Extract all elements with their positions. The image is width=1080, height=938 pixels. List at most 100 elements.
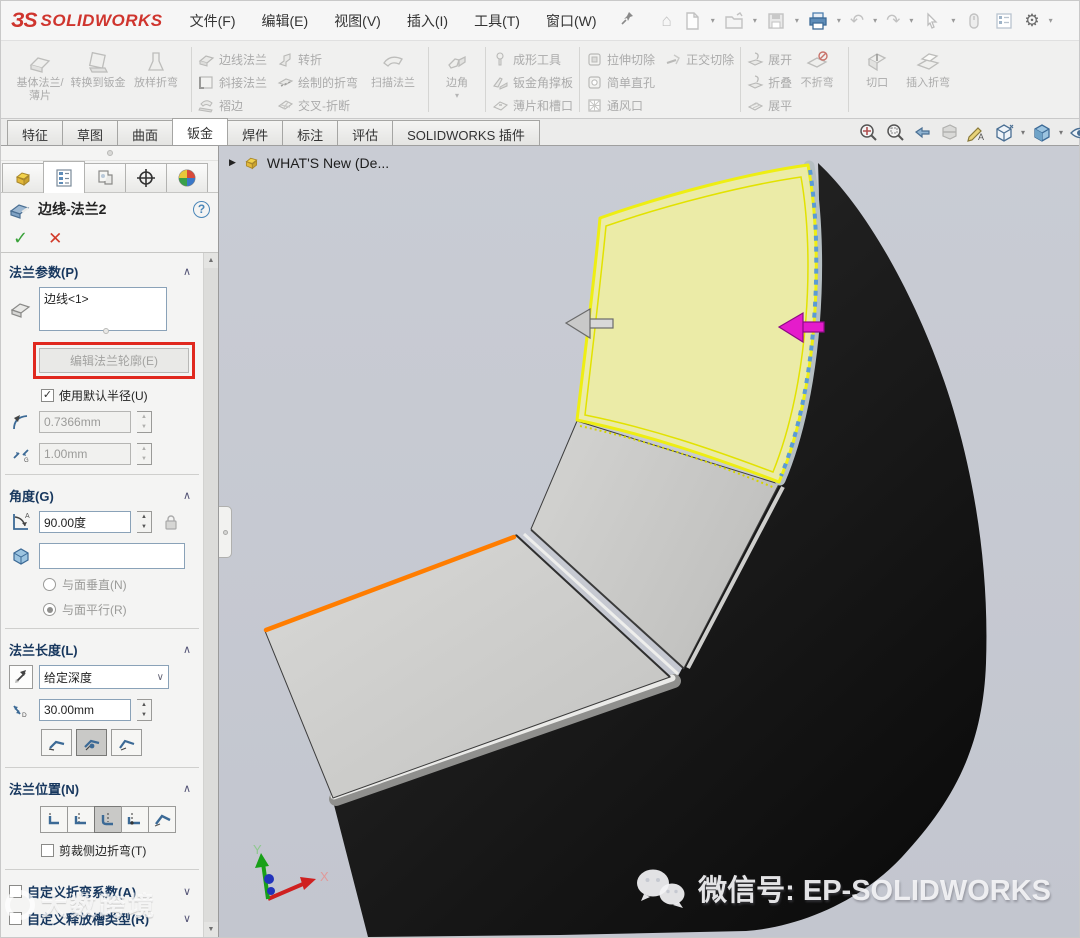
inner-virtual-sharp-button[interactable] — [76, 729, 107, 756]
scroll-down-button[interactable]: ▼ — [204, 922, 218, 937]
bend-from-virtual-sharp-button[interactable] — [121, 806, 149, 833]
zoom-to-fit-button[interactable] — [858, 122, 879, 143]
gap-distance-field[interactable]: 1.00mm — [39, 443, 131, 465]
save-button[interactable] — [762, 8, 790, 34]
menu-insert[interactable]: 插入(I) — [394, 3, 461, 39]
tab-and-slot-button[interactable]: 薄片和槽口 — [492, 95, 573, 115]
tab-features[interactable]: 特征 — [7, 120, 64, 145]
insert-bends-button[interactable]: 插入折弯 — [899, 45, 957, 90]
menu-window[interactable]: 窗口(W) — [533, 3, 610, 39]
zoom-to-area-button[interactable] — [885, 122, 906, 143]
new-document-caret[interactable]: ▾ — [708, 16, 718, 25]
flatten-button[interactable]: 展平 — [747, 95, 792, 115]
redo-caret[interactable]: ▾ — [906, 16, 916, 25]
perpendicular-radio[interactable] — [43, 578, 56, 591]
corner-button[interactable]: 边角 ▾ — [435, 45, 479, 100]
rip-button[interactable]: 切口 — [855, 45, 899, 90]
collapse-chevron-icon[interactable]: ∧ — [179, 643, 195, 656]
hide-show-items-button[interactable] — [1069, 122, 1080, 144]
bend-outside-button[interactable] — [94, 806, 122, 833]
tangent-bend-button[interactable] — [111, 729, 142, 756]
settings-caret[interactable]: ▾ — [1046, 16, 1056, 25]
expand-chevron-icon[interactable]: ∨ — [179, 912, 195, 925]
unfold-button[interactable]: 展开 — [747, 49, 792, 69]
tangent-to-bend-button[interactable] — [148, 806, 176, 833]
edit-flange-profile-button[interactable]: 编辑法兰轮廓(E) — [39, 348, 189, 373]
hem-button[interactable]: 褶边 — [198, 95, 267, 115]
panel-splitter-horizontal[interactable] — [1, 146, 218, 161]
print-button[interactable] — [804, 8, 832, 34]
view-orientation-caret[interactable]: ▾ — [1021, 128, 1025, 137]
panel-scrollbar[interactable]: ▲ ▼ — [203, 253, 218, 937]
flange-length-field[interactable]: 30.00mm — [39, 699, 131, 721]
custom-relief-type-row[interactable]: 自定义释放槽类型(R) ∨ — [1, 903, 203, 930]
custom-bend-allowance-checkbox[interactable] — [9, 885, 22, 898]
collapse-chevron-icon[interactable]: ∧ — [179, 265, 195, 278]
display-style-caret[interactable]: ▾ — [1059, 128, 1063, 137]
bend-radius-field[interactable]: 0.7366mm — [39, 411, 131, 433]
display-style-button[interactable] — [1031, 122, 1053, 144]
section-flange-length[interactable]: 法兰长度(L) ∧ — [1, 635, 203, 662]
save-caret[interactable]: ▾ — [792, 16, 802, 25]
use-default-radius-row[interactable]: ✓ 使用默认半径(U) — [1, 383, 203, 408]
panel-splitter-vertical[interactable] — [219, 506, 232, 558]
cancel-button[interactable]: ✕ — [48, 229, 62, 249]
bend-radius-spinner[interactable]: ▲ ▼ — [137, 411, 152, 433]
menu-edit[interactable]: 编辑(E) — [249, 3, 322, 39]
print-caret[interactable]: ▾ — [834, 16, 844, 25]
graphics-viewport[interactable]: X Y ▶ WHAT'S New (De... 微信号: EP-SOLIDWOR… — [219, 146, 1079, 937]
tab-surfaces[interactable]: 曲面 — [117, 120, 174, 145]
open-caret[interactable]: ▾ — [750, 16, 760, 25]
simple-hole-button[interactable]: 简单直孔 — [586, 72, 655, 92]
sketched-bend-button[interactable]: 绘制的折弯 — [277, 72, 358, 92]
perpendicular-to-face-row[interactable]: 与面垂直(N) — [1, 572, 203, 597]
parallel-to-face-row[interactable]: 与面平行(R) — [1, 597, 203, 622]
custom-relief-type-checkbox[interactable] — [9, 912, 22, 925]
expand-chevron-icon[interactable]: ∨ — [179, 885, 195, 898]
material-inside-button[interactable] — [40, 806, 68, 833]
no-bends-button[interactable]: 不折弯 — [792, 45, 842, 90]
custom-bend-allowance-row[interactable]: 自定义折弯系数(A) ∨ — [1, 876, 203, 903]
select-button[interactable] — [918, 8, 946, 34]
edge-selection-list[interactable]: 边线<1> — [39, 287, 167, 334]
normal-cut-button[interactable]: 正交切除 — [665, 49, 734, 69]
mouse-gestures-button[interactable] — [960, 8, 988, 34]
angle-field[interactable]: 90.00度 — [39, 511, 131, 533]
use-default-radius-checkbox[interactable]: ✓ — [41, 389, 54, 402]
ok-button[interactable]: ✓ — [13, 228, 28, 249]
scroll-up-button[interactable]: ▲ — [204, 253, 218, 268]
options-list-button[interactable] — [990, 8, 1018, 34]
lofted-bend-button[interactable]: 放样折弯 — [127, 45, 185, 90]
previous-view-button[interactable] — [912, 122, 933, 143]
tab-configuration-manager[interactable] — [84, 163, 126, 192]
tab-sheetmetal[interactable]: 钣金 — [172, 118, 229, 145]
help-icon[interactable]: ? — [193, 200, 210, 218]
open-button[interactable] — [720, 8, 748, 34]
tab-solidworks-addins[interactable]: SOLIDWORKS 插件 — [392, 120, 540, 145]
forming-tool-button[interactable]: 成形工具 — [492, 49, 573, 69]
reverse-direction-button[interactable] — [9, 665, 33, 689]
menu-tools[interactable]: 工具(T) — [461, 3, 533, 39]
miter-flange-button[interactable]: 斜接法兰 — [198, 72, 267, 92]
home-button[interactable]: ⌂ — [658, 8, 676, 34]
tab-evaluate[interactable]: 评估 — [337, 120, 394, 145]
undo-button[interactable]: ↶ — [846, 8, 868, 34]
gap-distance-spinner[interactable]: ▲ ▼ — [137, 443, 152, 465]
flange-length-spinner[interactable]: ▲ ▼ — [137, 699, 152, 721]
material-outside-button[interactable] — [67, 806, 95, 833]
tab-feature-manager[interactable] — [2, 163, 44, 192]
collapse-chevron-icon[interactable]: ∧ — [179, 489, 195, 502]
vent-button[interactable]: 通风口 — [586, 95, 655, 115]
parallel-radio[interactable] — [43, 603, 56, 616]
view-settings-button[interactable]: A — [966, 122, 987, 143]
view-orientation-button[interactable] — [993, 122, 1015, 144]
section-angle[interactable]: 角度(G) ∧ — [1, 481, 203, 508]
swept-flange-button[interactable]: 扫描法兰 — [364, 45, 422, 90]
lock-icon[interactable] — [162, 513, 180, 531]
fold-button[interactable]: 折叠 — [747, 72, 792, 92]
new-document-button[interactable] — [678, 8, 706, 34]
base-flange-button[interactable]: 基体法兰/薄片 — [11, 45, 69, 103]
collapse-chevron-icon[interactable]: ∧ — [179, 782, 195, 795]
undo-caret[interactable]: ▾ — [870, 16, 880, 25]
tab-annotation[interactable]: 标注 — [282, 120, 339, 145]
